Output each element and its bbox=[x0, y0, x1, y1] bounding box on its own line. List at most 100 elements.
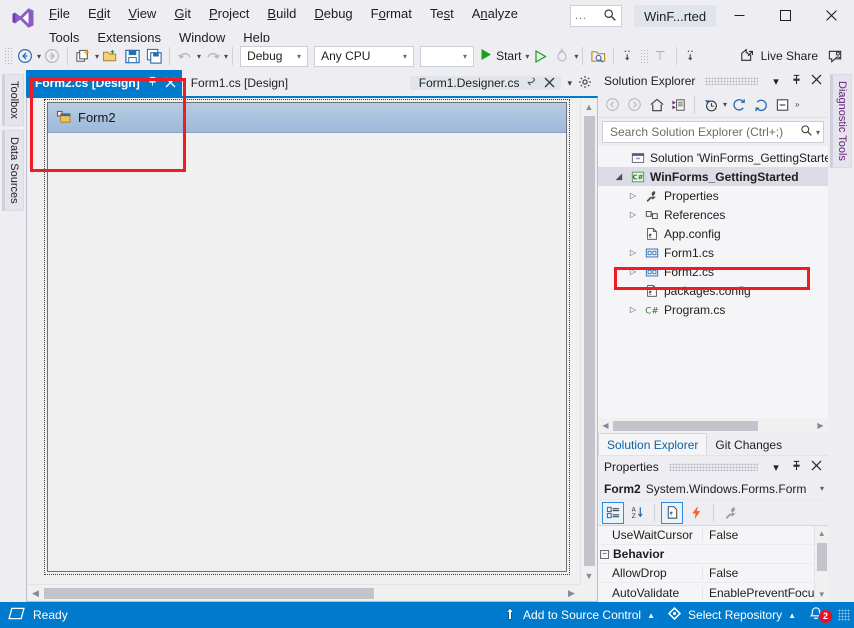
find-in-files-icon[interactable] bbox=[587, 44, 609, 68]
arrow-down-icon[interactable]: ▼ bbox=[581, 567, 598, 584]
chevron-down-icon[interactable]: ▾ bbox=[768, 461, 784, 474]
chevron-down-icon[interactable]: ▾ bbox=[820, 484, 824, 493]
sidebar-item-toolbox[interactable]: Toolbox bbox=[2, 74, 24, 126]
redo-dropdown-icon[interactable]: ▾ bbox=[224, 52, 228, 61]
search-solution-explorer[interactable]: ▾ bbox=[602, 121, 824, 143]
categorized-view-icon[interactable] bbox=[602, 502, 624, 524]
property-category-behavior[interactable]: − Behavior bbox=[598, 545, 814, 564]
start-without-debugging-icon[interactable] bbox=[529, 44, 551, 68]
solution-tree[interactable]: Solution 'WinForms_GettingStarted' ◢ C# … bbox=[598, 146, 828, 418]
expander-expand-icon[interactable]: ▷ bbox=[626, 210, 640, 219]
magnifier-icon[interactable] bbox=[800, 124, 813, 140]
expander-collapse-icon[interactable]: ◢ bbox=[612, 172, 626, 181]
panel-drag-grip[interactable] bbox=[705, 77, 758, 85]
arrow-down-icon[interactable]: ▼ bbox=[818, 587, 826, 602]
panel-drag-grip[interactable] bbox=[669, 463, 758, 471]
show-all-files-icon[interactable] bbox=[668, 94, 689, 115]
sidebar-item-data-sources[interactable]: Data Sources bbox=[2, 130, 24, 211]
expander-expand-icon[interactable]: ▷ bbox=[626, 248, 640, 257]
chevron-up-icon[interactable]: ▲ bbox=[647, 611, 655, 620]
select-repository-button[interactable]: Select Repository ▲ bbox=[661, 602, 802, 628]
maximize-button[interactable] bbox=[762, 0, 808, 30]
property-pages-wrench-icon[interactable] bbox=[720, 502, 742, 524]
vscroll-thumb[interactable] bbox=[584, 116, 595, 566]
sidebar-item-diagnostic-tools[interactable]: Diagnostic Tools bbox=[830, 74, 852, 168]
tree-item-solution[interactable]: Solution 'WinForms_GettingStarted' bbox=[598, 148, 828, 167]
collapse-all-icon[interactable] bbox=[772, 94, 793, 115]
step-into-icon[interactable] bbox=[618, 44, 640, 68]
properties-grid[interactable]: UseWaitCursor False − Behavior AllowDrop bbox=[598, 526, 814, 602]
menu-analyze[interactable]: Analyze bbox=[463, 2, 527, 26]
pin-icon[interactable] bbox=[788, 74, 804, 89]
menu-file[interactable]: FFileile bbox=[40, 2, 79, 26]
close-icon[interactable] bbox=[544, 77, 555, 90]
property-row-usewaitcursor[interactable]: UseWaitCursor False bbox=[598, 526, 814, 545]
property-value[interactable]: EnablePreventFocu bbox=[702, 586, 814, 600]
tree-item-packages-config[interactable]: packages.config bbox=[598, 281, 828, 300]
tab-form1-cs-design[interactable]: Form1.cs [Design] bbox=[182, 70, 294, 96]
tree-item-references[interactable]: ▷ References bbox=[598, 205, 828, 224]
expander-expand-icon[interactable]: ▷ bbox=[626, 267, 640, 276]
navigate-back-icon[interactable] bbox=[14, 44, 36, 68]
menu-view[interactable]: View bbox=[119, 2, 165, 26]
design-surface[interactable]: Form2 bbox=[27, 98, 580, 584]
form2-design-window[interactable]: Form2 bbox=[47, 102, 567, 572]
arrow-left-icon[interactable]: ◀ bbox=[27, 585, 44, 602]
tab-form2-cs-design[interactable]: Form2.cs [Design] bbox=[26, 70, 182, 96]
tree-item-form2-cs[interactable]: ▷ Form2.cs bbox=[598, 262, 828, 281]
chevron-up-icon[interactable]: ▲ bbox=[788, 611, 796, 620]
pin-icon[interactable] bbox=[526, 76, 537, 90]
properties-object-selector[interactable]: Form2 System.Windows.Forms.Form ▾ bbox=[598, 478, 828, 500]
add-to-source-control-button[interactable]: Add to Source Control ▲ bbox=[497, 602, 661, 628]
target-combo[interactable]: ▾ bbox=[420, 46, 474, 67]
navigate-back-icon[interactable] bbox=[602, 94, 623, 115]
notifications-button[interactable]: 2 bbox=[802, 606, 834, 625]
hscroll-thumb[interactable] bbox=[44, 588, 374, 599]
pending-changes-dropdown-icon[interactable]: ▾ bbox=[723, 100, 727, 109]
menu-debug[interactable]: Debug bbox=[305, 2, 361, 26]
solution-explorer-hscrollbar[interactable]: ◀ ▶ bbox=[598, 418, 828, 433]
live-share-button[interactable]: Live Share bbox=[734, 44, 824, 68]
quick-launch-search[interactable]: ... bbox=[570, 5, 622, 27]
redo-icon[interactable] bbox=[201, 44, 223, 68]
feedback-icon[interactable] bbox=[824, 44, 846, 68]
property-value[interactable]: False bbox=[702, 528, 814, 542]
collapse-category-icon[interactable]: − bbox=[600, 550, 609, 559]
events-lightning-icon[interactable] bbox=[685, 502, 707, 524]
arrow-up-icon[interactable]: ▲ bbox=[818, 526, 826, 541]
dock-tab-git-changes[interactable]: Git Changes bbox=[707, 433, 790, 455]
pending-changes-icon[interactable] bbox=[700, 94, 721, 115]
chevron-down-icon[interactable]: ▾ bbox=[567, 78, 572, 89]
menu-git[interactable]: Git bbox=[165, 2, 200, 26]
menu-edit[interactable]: Edit bbox=[79, 2, 119, 26]
chevron-down-icon[interactable]: ▾ bbox=[768, 75, 784, 88]
se-hscroll-thumb[interactable] bbox=[613, 421, 758, 431]
minimize-button[interactable] bbox=[716, 0, 762, 30]
search-input[interactable] bbox=[608, 124, 800, 140]
navigate-forward-icon[interactable] bbox=[624, 94, 645, 115]
step-out-icon[interactable] bbox=[650, 44, 672, 68]
home-icon[interactable] bbox=[646, 94, 667, 115]
refresh-icon[interactable] bbox=[728, 94, 749, 115]
sync-with-active-document-icon[interactable] bbox=[750, 94, 771, 115]
undo-icon[interactable] bbox=[174, 44, 196, 68]
close-icon[interactable] bbox=[808, 460, 824, 474]
close-icon[interactable] bbox=[165, 77, 176, 90]
arrow-right-icon[interactable]: ▶ bbox=[563, 585, 580, 602]
arrow-left-icon[interactable]: ◀ bbox=[598, 421, 613, 430]
toolbar-grip-2[interactable] bbox=[640, 49, 648, 63]
arrow-up-icon[interactable]: ▲ bbox=[581, 98, 598, 115]
alphabetical-sort-icon[interactable]: AZ bbox=[626, 502, 648, 524]
menu-project[interactable]: Project bbox=[200, 2, 258, 26]
property-value[interactable]: False bbox=[702, 566, 814, 580]
pin-icon[interactable] bbox=[147, 76, 158, 90]
arrow-right-icon[interactable]: ▶ bbox=[813, 421, 828, 430]
designer-vertical-scrollbar[interactable]: ▲ ▼ bbox=[580, 98, 597, 584]
close-icon[interactable] bbox=[808, 74, 824, 88]
open-file-icon[interactable] bbox=[99, 44, 121, 68]
menu-test[interactable]: Test bbox=[421, 2, 463, 26]
tree-item-properties[interactable]: ▷ Properties bbox=[598, 186, 828, 205]
toolbar-grip[interactable] bbox=[4, 47, 12, 65]
save-icon[interactable] bbox=[121, 44, 143, 68]
tree-item-program-cs[interactable]: ▷ C# Program.cs bbox=[598, 300, 828, 319]
